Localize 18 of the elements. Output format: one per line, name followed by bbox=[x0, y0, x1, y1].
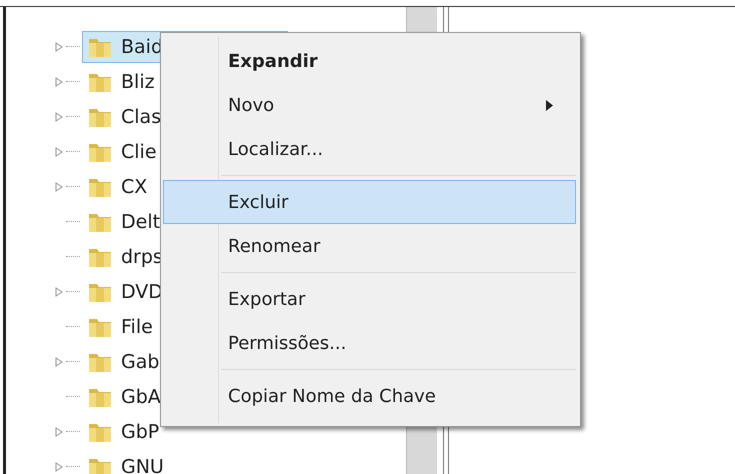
tree-item[interactable]: GbP bbox=[82, 416, 170, 448]
expand-arrow-icon[interactable] bbox=[55, 76, 63, 86]
submenu-arrow-icon bbox=[546, 100, 553, 110]
expand-arrow-icon[interactable] bbox=[55, 146, 63, 156]
expand-arrow-icon[interactable] bbox=[55, 462, 63, 472]
tree-item[interactable]: CX bbox=[82, 170, 158, 202]
expand-arrow-icon[interactable] bbox=[55, 426, 63, 436]
expand-arrow-icon[interactable] bbox=[55, 286, 63, 296]
tree-item[interactable]: GNU bbox=[82, 450, 175, 474]
tree-item[interactable]: Bliz bbox=[82, 66, 166, 98]
expand-arrow-icon[interactable] bbox=[55, 356, 63, 366]
menu-item[interactable]: Expandir bbox=[163, 39, 576, 83]
menu-item[interactable]: Exportar bbox=[163, 277, 576, 321]
expand-arrow-icon[interactable] bbox=[55, 42, 63, 52]
expand-arrow-icon[interactable] bbox=[55, 112, 63, 122]
expand-arrow-icon[interactable] bbox=[55, 182, 63, 192]
menu-item[interactable]: Excluir bbox=[163, 180, 576, 224]
tree-item[interactable]: File bbox=[82, 310, 164, 342]
